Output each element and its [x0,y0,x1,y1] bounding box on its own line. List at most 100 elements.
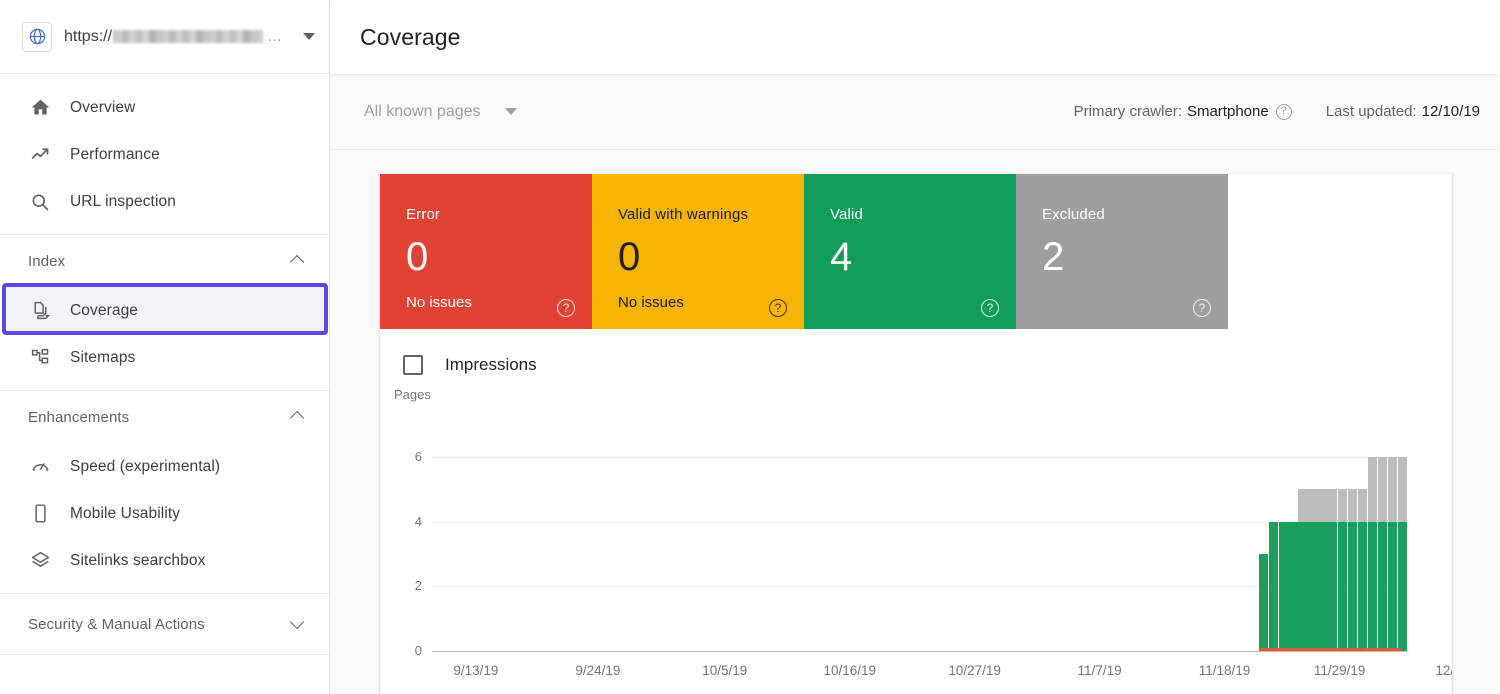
primary-crawler-info: Primary crawler: Smartphone ? [1074,103,1292,120]
chart-bars [432,457,1408,651]
sidebar-item-label: Coverage [70,302,138,320]
sidebar-item-label: Performance [70,146,160,164]
status-tile-excluded[interactable]: Excluded2? [1016,174,1228,329]
chart-bar[interactable] [1288,522,1297,651]
status-tile-count: 0 [406,237,592,277]
sidebar-section-enhancements: Enhancements Speed (experimental) [0,391,329,584]
last-updated-label: Last updated: [1326,103,1417,120]
globe-icon [22,22,52,52]
bar-segment-excluded [1388,457,1397,522]
property-dropdown-caret-icon[interactable] [303,33,315,40]
x-axis-tick: 11/7/19 [1078,663,1122,678]
gridline [432,651,1408,652]
chart-bar[interactable] [1338,489,1347,651]
sidebar-item-overview[interactable]: Overview [0,84,329,131]
chart-bar[interactable] [1348,489,1357,651]
chart-bar[interactable] [1308,489,1317,651]
bar-segment-valid [1338,522,1347,651]
sidebar-item-label: URL inspection [70,193,176,211]
bar-segment-excluded [1348,489,1357,521]
bar-segment-valid [1398,522,1407,651]
scope-filter-value: All known pages [364,103,481,121]
status-tiles-row: Error0No issues?Valid with warnings0No i… [380,174,1452,329]
chart-legend: Impressions [380,329,1452,375]
sidebar-item-label: Mobile Usability [70,505,180,523]
bar-segment-valid [1308,522,1317,651]
property-url-ellipsis: … [267,28,282,45]
section-header-index[interactable]: Index [0,235,329,287]
y-axis-tick: 6 [380,449,422,464]
help-icon[interactable]: ? [769,299,787,317]
mobile-phone-icon [28,502,52,526]
bar-segment-valid [1378,522,1387,651]
status-tile-error[interactable]: Error0No issues? [380,174,592,329]
x-axis-tick: 10/5/19 [702,663,747,678]
sidebar-item-speed[interactable]: Speed (experimental) [0,443,329,490]
trending-up-icon [28,143,52,167]
status-tile-valid-with-warnings[interactable]: Valid with warnings0No issues? [592,174,804,329]
help-icon[interactable]: ? [981,299,999,317]
section-header-security[interactable]: Security & Manual Actions [0,594,329,654]
section-title: Index [28,253,291,270]
help-icon[interactable]: ? [557,299,575,317]
scope-filter-dropdown[interactable]: All known pages [360,97,521,127]
status-tile-valid[interactable]: Valid4? [804,174,1016,329]
y-axis-tick: 2 [380,578,422,593]
chart-bar[interactable] [1279,522,1288,651]
sidebar-divider-4 [0,654,329,655]
bar-segment-excluded [1308,489,1317,521]
y-axis-tick: 0 [380,643,422,658]
sidebar-item-label: Sitemaps [70,349,135,367]
chevron-up-icon[interactable] [291,410,305,424]
property-url: https:// … [64,28,293,46]
bar-segment-valid [1259,554,1268,651]
chart-bar[interactable] [1298,489,1307,651]
sidebar-item-sitelinks-searchbox[interactable]: Sitelinks searchbox [0,537,329,584]
chart-bar[interactable] [1398,457,1407,651]
x-axis-tick: 9/13/19 [453,663,498,678]
help-icon[interactable]: ? [1193,299,1211,317]
section-header-enhancements[interactable]: Enhancements [0,391,329,443]
impressions-checkbox[interactable] [403,355,423,375]
property-selector[interactable]: https:// … [0,0,329,74]
y-axis-title: Pages [394,387,431,402]
speedometer-icon [28,455,52,479]
property-url-redacted [113,30,263,43]
bar-segment-excluded [1298,489,1307,521]
x-axis-tick: 12/10/19 [1435,663,1452,678]
search-console-app: https:// … Overview Performance [0,0,1500,694]
chart-bar[interactable] [1388,457,1397,651]
chart-bar[interactable] [1259,554,1268,651]
help-icon[interactable]: ? [1276,104,1292,120]
section-title: Enhancements [28,409,291,426]
sidebar-item-performance[interactable]: Performance [0,131,329,178]
status-tile-label: Error [406,206,592,223]
filter-bar-meta: Primary crawler: Smartphone ? Last updat… [1074,103,1480,120]
chevron-down-icon[interactable] [291,617,305,631]
chevron-up-icon[interactable] [291,254,305,268]
bar-segment-excluded [1338,489,1347,521]
coverage-chart: Impressions Pages 0246 9/13/199/24/1910/… [380,329,1452,694]
filter-bar: All known pages Primary crawler: Smartph… [330,74,1500,150]
home-icon [28,96,52,120]
sidebar-item-sitemaps[interactable]: Sitemaps [0,334,329,381]
sidebar-item-mobile-usability[interactable]: Mobile Usability [0,490,329,537]
layers-icon [28,549,52,573]
bar-segment-valid [1348,522,1357,651]
chart-bar[interactable] [1269,522,1278,651]
chart-bar[interactable] [1368,457,1377,651]
status-tile-count: 2 [1042,237,1228,277]
status-tile-count: 4 [830,237,1016,277]
chart-bar[interactable] [1378,457,1387,651]
sidebar-item-coverage[interactable]: Coverage [4,287,325,334]
sidebar-item-url-inspection[interactable]: URL inspection [0,178,329,225]
bar-segment-valid [1368,522,1377,651]
chart-bar[interactable] [1358,489,1367,651]
chart-bar[interactable] [1318,489,1327,651]
x-axis-tick: 11/29/19 [1314,663,1366,678]
bar-segment-valid [1298,522,1307,651]
property-url-scheme: https:// [64,28,112,46]
primary-crawler-label: Primary crawler: [1074,103,1182,120]
chart-bar[interactable] [1328,489,1337,651]
chevron-down-icon[interactable] [505,108,517,115]
